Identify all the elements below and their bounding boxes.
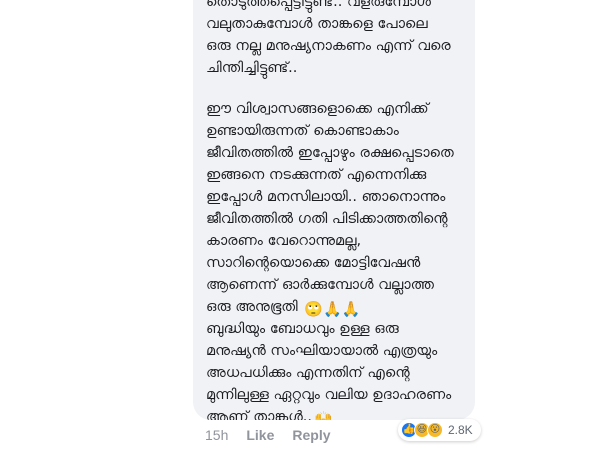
comment-timestamp[interactable]: 15h xyxy=(205,427,228,443)
comment-paragraph-1: തൊടുത്തപ്പെട്ടിട്ടുണ്ട്.. വളരുമ്പോൾ വലുത… xyxy=(206,0,468,79)
comment-text-2: ഈ വിശ്വാസങ്ങളൊക്കെ എനിക്ക് ഉണ്ടായിരുന്നത… xyxy=(206,101,454,315)
comment-paragraph-3: ബുദ്ധിയും ബോധവും ഉള്ള ഒരു മനുഷ്യൻ സംഘിയാ… xyxy=(206,318,468,420)
comment-bubble: തൊടുത്തപ്പെട്ടിട്ടുണ്ട്.. വളരുമ്പോൾ വലുത… xyxy=(193,0,475,420)
comment-screenshot: തൊടുത്തപ്പെട്ടിട്ടുണ്ട്.. വളരുമ്പോൾ വലുത… xyxy=(0,0,600,450)
reaction-count: 2.8K xyxy=(448,423,473,437)
like-button[interactable]: Like xyxy=(246,427,274,443)
comment-actions: 15h Like Reply xyxy=(205,424,349,446)
comment-text-3: ബുദ്ധിയും ബോധവും ഉള്ള ഒരു മനുഷ്യൻ സംഘിയാ… xyxy=(206,321,452,420)
raised-hands-emoji: 🙌 xyxy=(314,410,333,420)
reactions-summary[interactable]: 👍 😆 😮 2.8K xyxy=(398,419,481,441)
wow-icon: 😮 xyxy=(427,422,443,438)
comment-text-1: തൊടുത്തപ്പെട്ടിട്ടുണ്ട്.. വളരുമ്പോൾ വലുത… xyxy=(206,0,451,76)
comment-paragraph-2: ഈ വിശ്വാസങ്ങളൊക്കെ എനിക്ക് ഉണ്ടായിരുന്നത… xyxy=(206,98,468,318)
reply-button[interactable]: Reply xyxy=(292,427,330,443)
eyeroll-pray-emoji: 🙄🙏🙏 xyxy=(304,300,361,318)
